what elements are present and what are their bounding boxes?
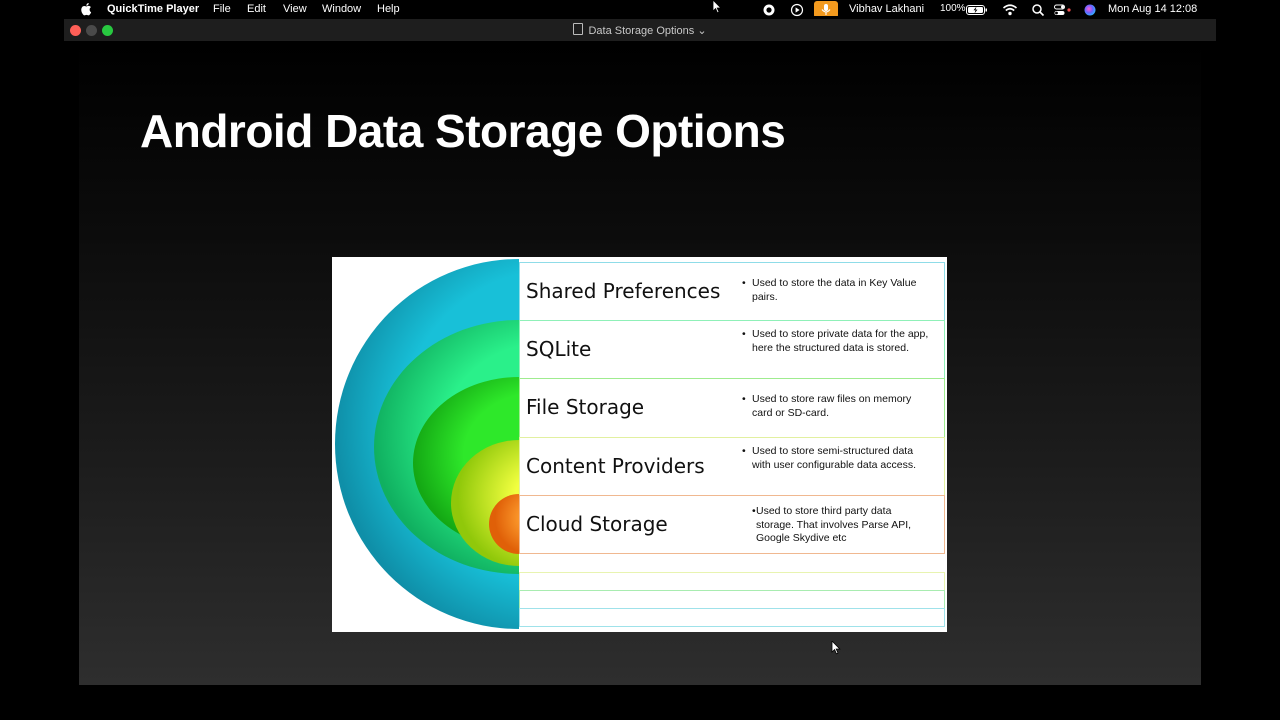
window-title-text: Data Storage Options	[588, 25, 695, 37]
bullet: •	[742, 328, 746, 340]
microphone-icon[interactable]	[814, 1, 838, 16]
bullet: •	[742, 393, 746, 405]
screen-record-icon[interactable]	[762, 2, 776, 17]
document-icon	[573, 23, 584, 35]
bullet: •	[752, 505, 756, 517]
row-desc-text: Used to store raw files on memory card o…	[752, 393, 912, 419]
row-desc-file-storage: • Used to store raw files on memory card …	[742, 393, 932, 420]
row-desc-text: Used to store semi-structured data with …	[752, 445, 917, 471]
slide-heading: Android Data Storage Options	[140, 105, 786, 157]
menu-window[interactable]: Window	[322, 3, 361, 15]
clock[interactable]: Mon Aug 14 12:08	[1108, 3, 1197, 15]
menu-file[interactable]: File	[213, 3, 231, 15]
row-desc-text: Used to store private data for the app, …	[752, 328, 929, 354]
chevron-down-icon: ⌄	[697, 25, 707, 37]
row-desc-shared-preferences: • Used to store the data in Key Value pai…	[742, 277, 932, 304]
control-center-icon[interactable]	[1054, 2, 1076, 17]
row-title-shared-preferences: Shared Preferences	[526, 279, 721, 303]
row-title-file-storage: File Storage	[526, 395, 645, 419]
apple-menu-icon[interactable]	[80, 2, 92, 16]
menu-bar: QuickTime Player File Edit View Window H…	[0, 0, 1280, 19]
slide-diagram: Shared Preferences • Used to store the da…	[332, 257, 947, 632]
row-desc-text: Used to store the data in Key Value pair…	[752, 277, 917, 303]
mouse-cursor-icon	[831, 641, 841, 655]
app-menu[interactable]: QuickTime Player	[107, 3, 199, 15]
menu-view[interactable]: View	[283, 3, 307, 15]
siri-icon[interactable]	[1083, 2, 1097, 17]
menu-edit[interactable]: Edit	[247, 3, 266, 15]
search-icon[interactable]	[1031, 2, 1045, 17]
row-desc-cloud-storage: • Used to store third party data storage.…	[752, 505, 926, 546]
battery-percent: 100%	[940, 3, 966, 14]
wifi-icon[interactable]	[1002, 2, 1018, 17]
row-title-content-providers: Content Providers	[526, 454, 705, 478]
user-name[interactable]: Vibhav Lakhani	[849, 3, 924, 15]
bullet: •	[742, 445, 746, 457]
battery-icon[interactable]	[966, 2, 988, 17]
menu-help[interactable]: Help	[377, 3, 400, 15]
row-desc-text: Used to store third party data storage. …	[756, 505, 912, 544]
title-bar[interactable]: Data Storage Options ⌄	[64, 19, 1216, 41]
row-desc-sqlite: • Used to store private data for the app,…	[742, 328, 932, 355]
row-title-cloud-storage: Cloud Storage	[526, 512, 668, 536]
play-icon[interactable]	[790, 2, 804, 17]
bullet: •	[742, 277, 746, 289]
row-title-sqlite: SQLite	[526, 337, 592, 361]
window-title[interactable]: Data Storage Options ⌄	[64, 23, 1216, 37]
row-desc-content-providers: • Used to store semi-structured data with…	[742, 445, 932, 472]
mouse-cursor-icon	[712, 0, 722, 14]
